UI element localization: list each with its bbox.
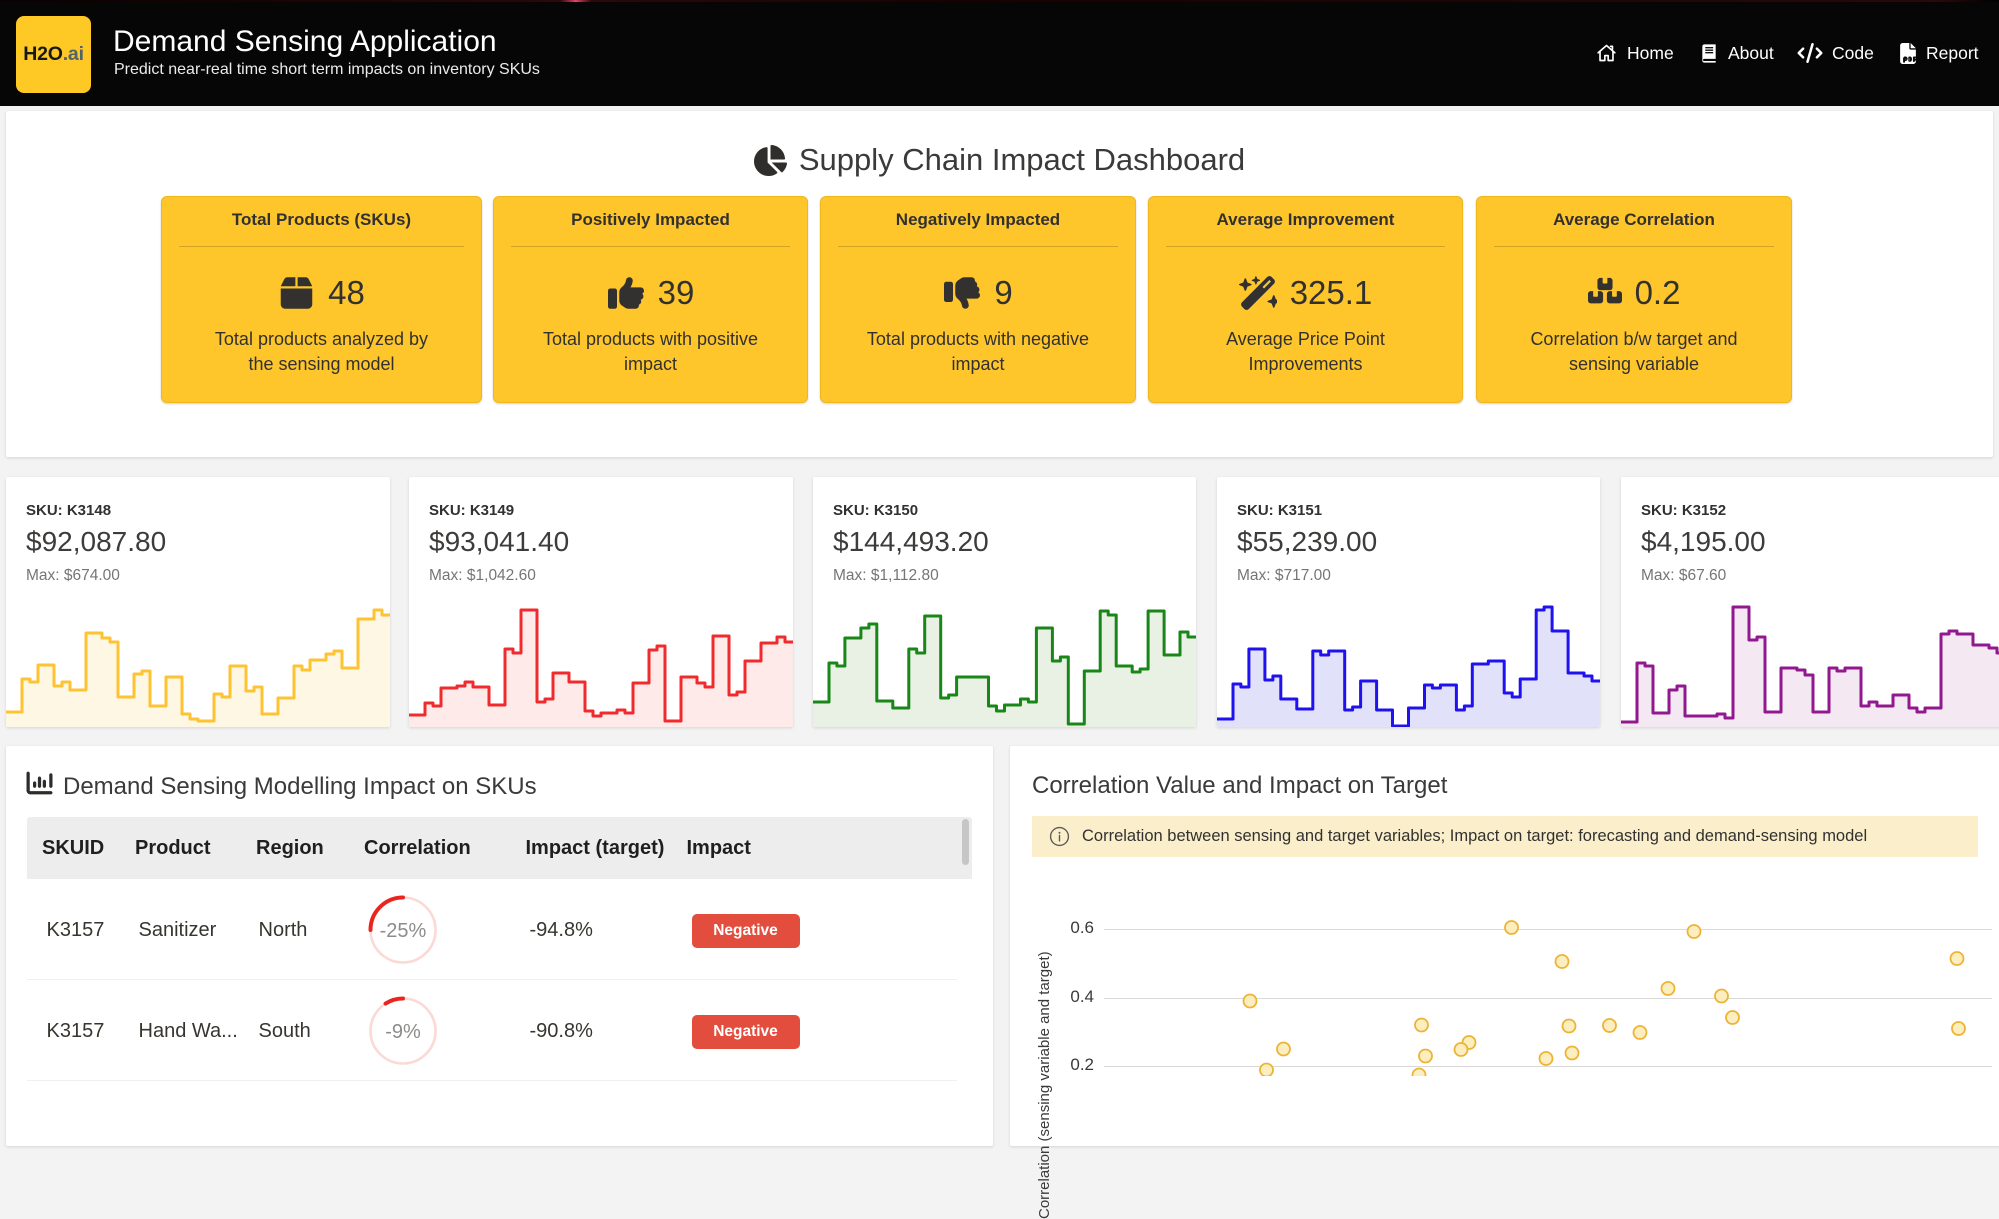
svg-text:-9%: -9% bbox=[385, 1021, 421, 1043]
svg-text:-25%: -25% bbox=[379, 920, 426, 942]
